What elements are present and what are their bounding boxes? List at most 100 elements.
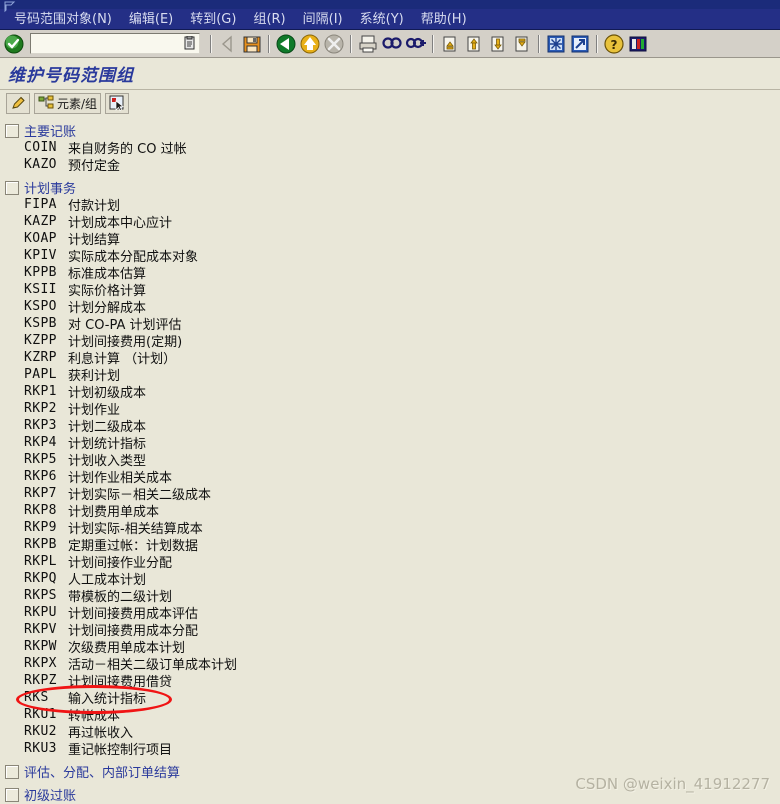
tree-item-papl[interactable]: PAPL 获利计划	[4, 366, 780, 384]
next-page-icon[interactable]	[487, 33, 509, 55]
group-label: 初级过账	[24, 789, 77, 804]
tree-item-code: RKPX	[24, 656, 57, 671]
tree-item-rku1[interactable]: RKU1 转帐成本	[4, 706, 780, 724]
tree-item-rkpq[interactable]: RKPQ 人工成本计划	[4, 570, 780, 588]
tree-item-kazo[interactable]: KAZO 预付定金	[4, 156, 780, 174]
tree-item-rkp1[interactable]: RKP1 计划初级成本	[4, 383, 780, 401]
tree-item-rkpw[interactable]: RKPW 次级费用单成本计划	[4, 638, 780, 656]
tree-item-coin[interactable]: COIN 来自财务的 CO 过帐	[4, 139, 780, 157]
tree-item-rkp8[interactable]: RKP8 计划费用单成本	[4, 502, 780, 520]
tree-item-code: KSPO	[24, 299, 57, 314]
command-field[interactable]	[30, 33, 200, 54]
find-next-icon[interactable]	[405, 33, 427, 55]
menu-number-range-object[interactable]: 号码范围对象(N)	[14, 12, 112, 27]
tree-item-rkpl[interactable]: RKPL 计划间接作业分配	[4, 553, 780, 571]
tree-item-rkp3[interactable]: RKP3 计划二级成本	[4, 417, 780, 435]
tree-item-rkp7[interactable]: RKP7 计划实际－相关二级成本	[4, 485, 780, 503]
back-arrow-icon[interactable]	[217, 33, 239, 55]
last-page-icon[interactable]	[511, 33, 533, 55]
tree-item-code: FIPA	[24, 197, 57, 212]
cursor-select-icon	[109, 95, 124, 111]
exit-yellow-icon[interactable]	[299, 33, 321, 55]
tree-item-kazp[interactable]: KAZP 计划成本中心应计	[4, 213, 780, 231]
select-button[interactable]	[105, 92, 130, 114]
tree-item-rkpz[interactable]: RKPZ 计划间接费用借贷	[4, 672, 780, 690]
tree-item-kspb[interactable]: KSPB 对 CO-PA 计划评估	[4, 315, 780, 333]
number-range-group-tree[interactable]: 主要记账 COIN 来自财务的 CO 过帐 KAZO 预付定金 计划事务 FIPA 付款计划 K…	[0, 116, 780, 804]
tree-item-code: RKP9	[24, 520, 57, 535]
tree-item-rkpv[interactable]: RKPV 计划间接费用成本分配	[4, 621, 780, 639]
menu-goto[interactable]: 转到(G)	[190, 12, 236, 27]
tree-item-code: RKU2	[24, 724, 57, 739]
menu-interval[interactable]: 间隔(I)	[303, 12, 343, 27]
element-group-label: 元素/组	[57, 96, 98, 111]
tree-item-code: KPIV	[24, 248, 57, 263]
menu-bar[interactable]: 号码范围对象(N) 编辑(E) 转到(G) 组(R) 间隔(I) 系统(Y) 帮…	[0, 9, 780, 30]
tree-item-kspo[interactable]: KSPO 计划分解成本	[4, 298, 780, 316]
tree-item-text: 预付定金	[68, 159, 121, 174]
back-green-icon[interactable]	[275, 33, 297, 55]
group-expand-checkbox[interactable]	[5, 123, 19, 138]
save-icon[interactable]	[241, 33, 263, 55]
tree-item-ksii[interactable]: KSII 实际价格计算	[4, 281, 780, 299]
menu-edit[interactable]: 编辑(E)	[129, 12, 173, 27]
first-page-icon[interactable]	[439, 33, 461, 55]
tree-item-code: RKPQ	[24, 571, 57, 586]
tree-item-fipa[interactable]: FIPA 付款计划	[4, 196, 780, 214]
group-expand-checkbox[interactable]	[5, 764, 19, 779]
tree-item-rkpb[interactable]: RKPB 定期重过帐：计划数据	[4, 536, 780, 554]
tree-item-kppb[interactable]: KPPB 标准成本估算	[4, 264, 780, 282]
cancel-icon[interactable]	[323, 33, 345, 55]
tree-item-code: RKP5	[24, 452, 57, 467]
toolbar-separator	[596, 34, 598, 53]
create-shortcut-icon[interactable]	[569, 33, 591, 55]
green-check-icon[interactable]	[3, 33, 25, 55]
menu-system[interactable]: 系统(Y)	[360, 12, 404, 27]
element-group-button[interactable]: 元素/组	[34, 92, 102, 114]
menu-group[interactable]: 组(R)	[253, 12, 285, 27]
tree-item-code: RKU3	[24, 741, 57, 756]
main-toolbar[interactable]: ?	[0, 30, 780, 58]
command-input[interactable]	[31, 34, 176, 53]
tree-item-rkpx[interactable]: RKPX 活动－相关二级订单成本计划	[4, 655, 780, 673]
print-icon[interactable]	[357, 33, 379, 55]
customize-layout-icon[interactable]	[627, 33, 649, 55]
toolbar-separator	[210, 34, 212, 53]
tree-item-kpiv[interactable]: KPIV 实际成本分配成本对象	[4, 247, 780, 265]
application-toolbar[interactable]: 元素/组	[0, 90, 780, 116]
tree-item-code: RKPU	[24, 605, 57, 620]
tree-item-rkpu[interactable]: RKPU 计划间接费用成本评估	[4, 604, 780, 622]
previous-page-icon[interactable]	[463, 33, 485, 55]
create-session-icon[interactable]	[545, 33, 567, 55]
tree-item-kzpp[interactable]: KZPP 计划间接费用(定期)	[4, 332, 780, 350]
edit-pencil-button[interactable]	[6, 92, 30, 114]
find-icon[interactable]	[381, 33, 403, 55]
tree-item-rkp6[interactable]: RKP6 计划作业相关成本	[4, 468, 780, 486]
tree-item-rku3[interactable]: RKU3 重记帐控制行项目	[4, 740, 780, 758]
tree-item-code: KSPB	[24, 316, 57, 331]
help-icon[interactable]: ?	[603, 33, 625, 55]
group-expand-checkbox[interactable]	[5, 787, 19, 802]
tree-item-code: RKP2	[24, 401, 57, 416]
tree-item-koap[interactable]: KOAP 计划结算	[4, 230, 780, 248]
toolbar-separator	[350, 34, 352, 53]
group-main-posting[interactable]: 主要记账	[4, 122, 780, 140]
tree-item-code: KZPP	[24, 333, 57, 348]
tree-item-kzrp[interactable]: KZRP 利息计算 （计划）	[4, 349, 780, 367]
tree-item-rkp5[interactable]: RKP5 计划收入类型	[4, 451, 780, 469]
tree-item-code: RKPB	[24, 537, 57, 552]
tree-item-rkp2[interactable]: RKP2 计划作业	[4, 400, 780, 418]
tree-item-rku2[interactable]: RKU2 再过帐收入	[4, 723, 780, 741]
tree-item-code: RKPS	[24, 588, 57, 603]
tree-item-rkp4[interactable]: RKP4 计划统计指标	[4, 434, 780, 452]
menu-help[interactable]: 帮助(H)	[421, 12, 467, 27]
group-expand-checkbox[interactable]	[5, 180, 19, 195]
command-history-icon[interactable]	[183, 36, 196, 50]
group-label: 评估、分配、内部订单结算	[24, 766, 181, 781]
tree-item-rkps[interactable]: RKPS 带模板的二级计划	[4, 587, 780, 605]
toolbar-separator	[432, 34, 434, 53]
group-planning-transactions[interactable]: 计划事务	[4, 179, 780, 197]
tree-item-rkp9[interactable]: RKP9 计划实际-相关结算成本	[4, 519, 780, 537]
element-group-icon	[38, 95, 54, 109]
tree-item-rks[interactable]: RKS 输入统计指标	[4, 689, 780, 707]
